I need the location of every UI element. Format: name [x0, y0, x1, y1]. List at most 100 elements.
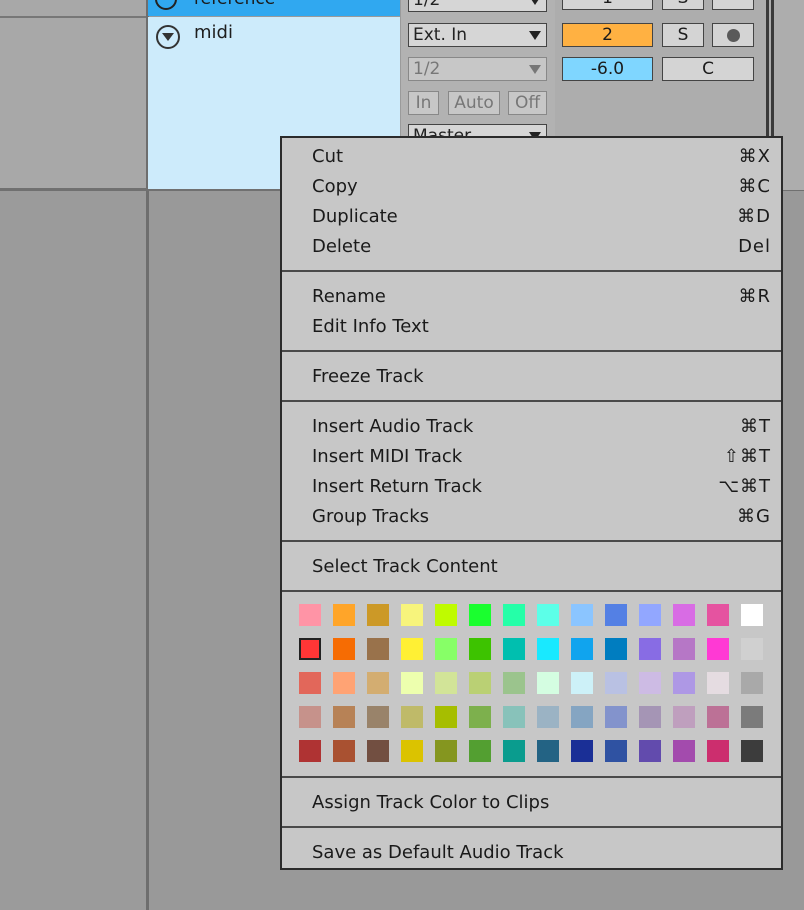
color-swatch[interactable] — [571, 638, 593, 660]
menu-item-rename[interactable]: Rename ⌘R — [282, 282, 781, 312]
color-swatch[interactable] — [639, 740, 661, 762]
track-header-reference[interactable]: reference — [148, 0, 400, 16]
color-swatch[interactable] — [469, 706, 491, 728]
menu-item-freeze-track[interactable]: Freeze Track — [282, 362, 781, 392]
color-swatch[interactable] — [299, 638, 321, 660]
input-channel-dropdown[interactable]: 1/2 — [408, 57, 547, 81]
color-swatch[interactable] — [707, 706, 729, 728]
color-swatch[interactable] — [605, 638, 627, 660]
color-swatch[interactable] — [401, 740, 423, 762]
color-swatch[interactable] — [299, 706, 321, 728]
menu-item-insert-midi-track[interactable]: Insert MIDI Track ⇧⌘T — [282, 442, 781, 472]
color-swatch[interactable] — [741, 672, 763, 694]
color-swatch[interactable] — [299, 740, 321, 762]
color-swatch[interactable] — [367, 706, 389, 728]
color-swatch[interactable] — [503, 740, 525, 762]
color-swatch[interactable] — [367, 672, 389, 694]
color-swatch[interactable] — [401, 638, 423, 660]
color-swatch[interactable] — [367, 604, 389, 626]
monitor-in-button[interactable]: In — [408, 91, 439, 115]
color-swatch[interactable] — [537, 740, 559, 762]
color-swatch[interactable] — [333, 740, 355, 762]
color-swatch[interactable] — [503, 638, 525, 660]
fold-toggle-icon[interactable] — [155, 0, 177, 10]
menu-item-copy[interactable]: Copy ⌘C — [282, 172, 781, 202]
color-swatch[interactable] — [673, 672, 695, 694]
color-swatch[interactable] — [503, 604, 525, 626]
color-swatch[interactable] — [537, 672, 559, 694]
color-swatch[interactable] — [367, 740, 389, 762]
color-swatch[interactable] — [469, 672, 491, 694]
fold-toggle-icon[interactable] — [156, 25, 180, 49]
color-swatch[interactable] — [503, 706, 525, 728]
color-swatch[interactable] — [401, 604, 423, 626]
color-swatch[interactable] — [741, 638, 763, 660]
color-swatch[interactable] — [469, 740, 491, 762]
solo-button[interactable]: S — [662, 23, 704, 47]
color-swatch[interactable] — [435, 638, 457, 660]
color-swatch[interactable] — [571, 706, 593, 728]
reference-solo-button[interactable]: S — [662, 0, 704, 10]
color-swatch[interactable] — [367, 638, 389, 660]
input-type-dropdown[interactable]: Ext. In — [408, 23, 547, 47]
color-swatch[interactable] — [707, 672, 729, 694]
reference-arm-button[interactable] — [712, 0, 754, 10]
color-swatch[interactable] — [605, 706, 627, 728]
menu-item-insert-audio-track[interactable]: Insert Audio Track ⌘T — [282, 412, 781, 442]
menu-item-duplicate[interactable]: Duplicate ⌘D — [282, 202, 781, 232]
color-swatch[interactable] — [639, 672, 661, 694]
color-swatch[interactable] — [401, 672, 423, 694]
menu-item-delete[interactable]: Delete Del — [282, 232, 781, 262]
color-swatch[interactable] — [605, 604, 627, 626]
color-swatch[interactable] — [673, 706, 695, 728]
color-swatch[interactable] — [435, 672, 457, 694]
color-swatch[interactable] — [707, 604, 729, 626]
color-swatch[interactable] — [741, 740, 763, 762]
color-swatch[interactable] — [333, 672, 355, 694]
menu-item-edit-info-text[interactable]: Edit Info Text — [282, 312, 781, 342]
color-swatch[interactable] — [741, 604, 763, 626]
menu-item-save-as-default-audio-track[interactable]: Save as Default Audio Track — [282, 838, 781, 868]
color-swatch[interactable] — [537, 706, 559, 728]
reference-input-channel[interactable]: 1/2 — [408, 0, 547, 12]
color-swatch[interactable] — [333, 638, 355, 660]
color-swatch[interactable] — [299, 672, 321, 694]
color-swatch[interactable] — [333, 604, 355, 626]
color-swatch[interactable] — [401, 706, 423, 728]
color-swatch[interactable] — [435, 604, 457, 626]
color-swatch[interactable] — [333, 706, 355, 728]
pan-field[interactable]: C — [662, 57, 754, 81]
menu-item-insert-return-track[interactable]: Insert Return Track ⌥⌘T — [282, 472, 781, 502]
menu-item-group-tracks[interactable]: Group Tracks ⌘G — [282, 502, 781, 532]
color-swatch[interactable] — [673, 740, 695, 762]
color-swatch[interactable] — [741, 706, 763, 728]
arm-button[interactable] — [712, 23, 754, 47]
color-swatch[interactable] — [503, 672, 525, 694]
monitor-off-button[interactable]: Off — [508, 91, 547, 115]
menu-item-assign-track-color-to-clips[interactable]: Assign Track Color to Clips — [282, 788, 781, 818]
color-swatch[interactable] — [707, 638, 729, 660]
color-swatch[interactable] — [299, 604, 321, 626]
color-swatch[interactable] — [469, 638, 491, 660]
color-swatch[interactable] — [537, 604, 559, 626]
monitor-auto-button[interactable]: Auto — [448, 91, 500, 115]
color-swatch[interactable] — [639, 706, 661, 728]
track-activator-number[interactable]: 2 — [562, 23, 653, 47]
color-swatch[interactable] — [639, 604, 661, 626]
color-swatch[interactable] — [605, 672, 627, 694]
color-swatch[interactable] — [537, 638, 559, 660]
color-swatch[interactable] — [571, 604, 593, 626]
color-swatch[interactable] — [435, 706, 457, 728]
color-swatch[interactable] — [673, 638, 695, 660]
color-swatch[interactable] — [571, 740, 593, 762]
menu-item-select-track-content[interactable]: Select Track Content — [282, 552, 781, 582]
reference-track-number[interactable]: 1 — [562, 0, 653, 10]
color-swatch[interactable] — [673, 604, 695, 626]
color-swatch[interactable] — [469, 604, 491, 626]
color-swatch[interactable] — [435, 740, 457, 762]
color-swatch[interactable] — [707, 740, 729, 762]
color-swatch[interactable] — [639, 638, 661, 660]
color-swatch[interactable] — [605, 740, 627, 762]
color-swatch[interactable] — [571, 672, 593, 694]
menu-item-cut[interactable]: Cut ⌘X — [282, 142, 781, 172]
